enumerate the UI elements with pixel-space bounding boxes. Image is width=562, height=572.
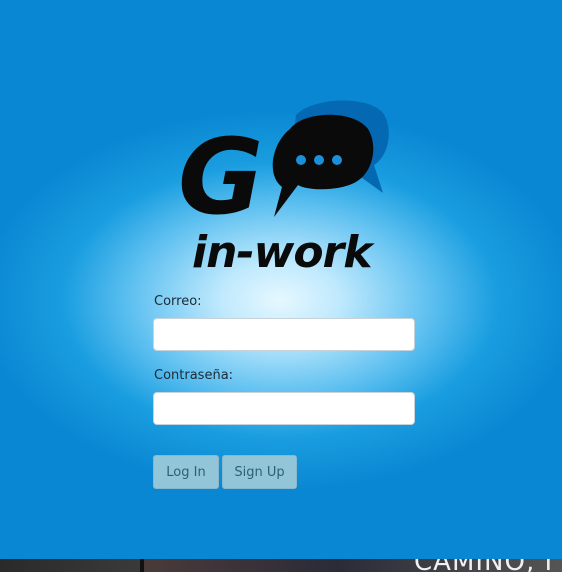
login-button[interactable]: Log In [153, 455, 219, 489]
photo-divider [140, 559, 144, 572]
dot-icon [296, 155, 306, 165]
logo-letter: G [178, 116, 263, 238]
password-label: Contraseña: [154, 368, 234, 383]
email-field[interactable] [153, 318, 415, 351]
logo-tagline: in-work [192, 227, 375, 275]
email-label: Correo: [154, 294, 202, 309]
signup-button[interactable]: Sign Up [222, 455, 297, 489]
go-in-work-logo: G in-work [178, 100, 389, 275]
dot-icon [332, 155, 342, 165]
dot-icon [314, 155, 324, 165]
speech-bubble-icon [272, 114, 374, 217]
background-caption: CAMINO, I [414, 559, 553, 572]
background-photo-strip: CAMINO, I [0, 559, 562, 572]
password-field[interactable] [153, 392, 415, 425]
